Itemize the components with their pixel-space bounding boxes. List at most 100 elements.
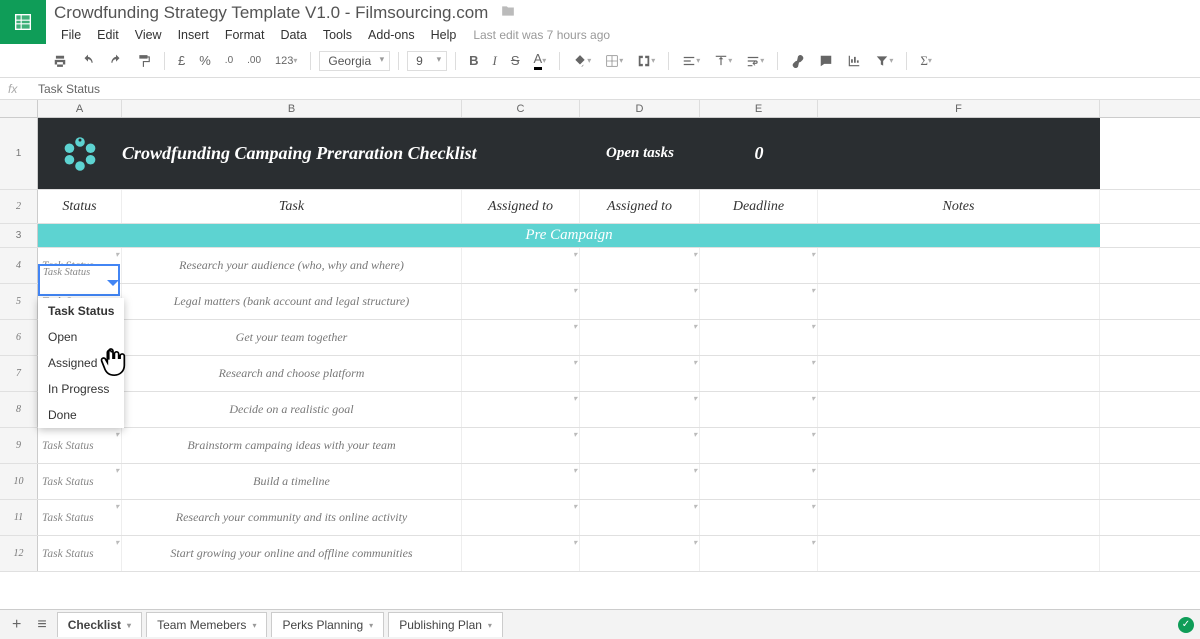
chevron-down-icon[interactable]: ▾ bbox=[115, 466, 119, 475]
number-format-btn[interactable]: 123 bbox=[270, 52, 302, 70]
row-header[interactable]: 10 bbox=[0, 464, 38, 499]
cell-assigned2[interactable]: ▾ bbox=[580, 428, 700, 463]
menu-insert[interactable]: Insert bbox=[171, 25, 216, 45]
chevron-down-icon[interactable]: ▾ bbox=[811, 430, 815, 439]
dropdown-option-open[interactable]: Open bbox=[38, 324, 124, 350]
all-sheets-btn[interactable]: ≡ bbox=[31, 613, 52, 637]
tab-team-members[interactable]: Team Memebers▾ bbox=[146, 612, 267, 637]
cell-notes[interactable] bbox=[818, 464, 1100, 499]
cell-notes[interactable] bbox=[818, 428, 1100, 463]
cell-deadline[interactable]: ▾ bbox=[700, 392, 818, 427]
header-assigned1[interactable]: Assigned to bbox=[462, 190, 580, 223]
row-header[interactable]: 11 bbox=[0, 500, 38, 535]
row-header[interactable]: 5 bbox=[0, 284, 38, 319]
chevron-down-icon[interactable]: ▾ bbox=[693, 394, 697, 403]
menu-format[interactable]: Format bbox=[218, 25, 272, 45]
cell-task[interactable]: Brainstorm campaing ideas with your team bbox=[122, 428, 462, 463]
chevron-down-icon[interactable]: ▾ bbox=[693, 538, 697, 547]
menu-edit[interactable]: Edit bbox=[90, 25, 126, 45]
text-color-btn[interactable]: A bbox=[529, 48, 552, 73]
menu-tools[interactable]: Tools bbox=[316, 25, 359, 45]
chevron-down-icon[interactable]: ▾ bbox=[115, 430, 119, 439]
chevron-down-icon[interactable]: ▾ bbox=[115, 538, 119, 547]
chevron-down-icon[interactable]: ▾ bbox=[573, 502, 577, 511]
doc-title[interactable]: Crowdfunding Strategy Template V1.0 - Fi… bbox=[54, 3, 488, 23]
print-icon[interactable] bbox=[48, 51, 72, 71]
cell-notes[interactable] bbox=[818, 284, 1100, 319]
col-header-f[interactable]: F bbox=[818, 100, 1100, 117]
chevron-down-icon[interactable]: ▾ bbox=[811, 322, 815, 331]
cell-notes[interactable] bbox=[818, 536, 1100, 571]
cell-deadline[interactable]: ▾ bbox=[700, 356, 818, 391]
cell-status[interactable]: Task Status▾ bbox=[38, 536, 122, 571]
cell-task[interactable]: Research your community and its online a… bbox=[122, 500, 462, 535]
chevron-down-icon[interactable]: ▾ bbox=[573, 538, 577, 547]
chevron-down-icon[interactable]: ▾ bbox=[573, 286, 577, 295]
chevron-down-icon[interactable]: ▾ bbox=[573, 466, 577, 475]
select-all-corner[interactable] bbox=[0, 100, 38, 117]
cell-notes[interactable] bbox=[818, 500, 1100, 535]
currency-btn[interactable]: £ bbox=[173, 50, 190, 71]
chevron-down-icon[interactable]: ▾ bbox=[811, 250, 815, 259]
chevron-down-icon[interactable]: ▾ bbox=[693, 466, 697, 475]
cell-status[interactable]: Task Status▾ bbox=[38, 428, 122, 463]
cell-task[interactable]: Get your team together bbox=[122, 320, 462, 355]
chevron-down-icon[interactable] bbox=[107, 280, 119, 286]
cell-assigned2[interactable]: ▾ bbox=[580, 356, 700, 391]
active-cell[interactable]: Task Status bbox=[38, 264, 120, 296]
chevron-down-icon[interactable]: ▾ bbox=[811, 502, 815, 511]
cell-assigned1[interactable]: ▾ bbox=[462, 392, 580, 427]
cell-task[interactable]: Research your audience (who, why and whe… bbox=[122, 248, 462, 283]
menu-help[interactable]: Help bbox=[424, 25, 464, 45]
cell-deadline[interactable]: ▾ bbox=[700, 428, 818, 463]
chevron-down-icon[interactable]: ▾ bbox=[811, 466, 815, 475]
header-assigned2[interactable]: Assigned to bbox=[580, 190, 700, 223]
menu-addons[interactable]: Add-ons bbox=[361, 25, 422, 45]
cell-deadline[interactable]: ▾ bbox=[700, 320, 818, 355]
cell-deadline[interactable]: ▾ bbox=[700, 284, 818, 319]
fill-color-btn[interactable] bbox=[568, 51, 596, 71]
cell-status[interactable]: Task Status▾ bbox=[38, 500, 122, 535]
menu-view[interactable]: View bbox=[128, 25, 169, 45]
cell-assigned1[interactable]: ▾ bbox=[462, 284, 580, 319]
wrap-btn[interactable] bbox=[741, 51, 769, 71]
valign-btn[interactable] bbox=[709, 51, 737, 71]
cell-assigned2[interactable]: ▾ bbox=[580, 500, 700, 535]
cell-assigned2[interactable]: ▾ bbox=[580, 248, 700, 283]
cell-deadline[interactable]: ▾ bbox=[700, 536, 818, 571]
chevron-down-icon[interactable]: ▾ bbox=[693, 250, 697, 259]
cell-assigned2[interactable]: ▾ bbox=[580, 392, 700, 427]
link-btn[interactable] bbox=[786, 51, 810, 71]
cell-assigned1[interactable]: ▾ bbox=[462, 500, 580, 535]
strike-btn[interactable]: S bbox=[506, 50, 525, 71]
cell-deadline[interactable]: ▾ bbox=[700, 500, 818, 535]
comment-btn[interactable] bbox=[814, 51, 838, 71]
row-header[interactable]: 1 bbox=[0, 118, 38, 189]
chevron-down-icon[interactable]: ▾ bbox=[369, 621, 373, 630]
chevron-down-icon[interactable]: ▾ bbox=[573, 322, 577, 331]
percent-btn[interactable]: % bbox=[194, 50, 216, 71]
chevron-down-icon[interactable]: ▾ bbox=[811, 538, 815, 547]
italic-btn[interactable]: I bbox=[488, 50, 502, 72]
col-header-a[interactable]: A bbox=[38, 100, 122, 117]
chevron-down-icon[interactable]: ▾ bbox=[573, 250, 577, 259]
cell-assigned2[interactable]: ▾ bbox=[580, 320, 700, 355]
cell-notes[interactable] bbox=[818, 320, 1100, 355]
font-size-select[interactable]: 9 bbox=[407, 51, 447, 71]
cell-deadline[interactable]: ▾ bbox=[700, 248, 818, 283]
bold-btn[interactable]: B bbox=[464, 50, 483, 71]
row-header[interactable]: 7 bbox=[0, 356, 38, 391]
section-pre-campaign[interactable]: Pre Campaign bbox=[38, 224, 1100, 247]
font-family-select[interactable]: Georgia bbox=[319, 51, 390, 71]
col-header-d[interactable]: D bbox=[580, 100, 700, 117]
cell-task[interactable]: Decide on a realistic goal bbox=[122, 392, 462, 427]
cell-assigned1[interactable]: ▾ bbox=[462, 536, 580, 571]
header-deadline[interactable]: Deadline bbox=[700, 190, 818, 223]
menu-file[interactable]: File bbox=[54, 25, 88, 45]
filter-btn[interactable] bbox=[870, 51, 898, 71]
chevron-down-icon[interactable]: ▾ bbox=[693, 286, 697, 295]
chart-btn[interactable] bbox=[842, 51, 866, 71]
header-notes[interactable]: Notes bbox=[818, 190, 1100, 223]
col-header-e[interactable]: E bbox=[700, 100, 818, 117]
cell-task[interactable]: Start growing your online and offline co… bbox=[122, 536, 462, 571]
